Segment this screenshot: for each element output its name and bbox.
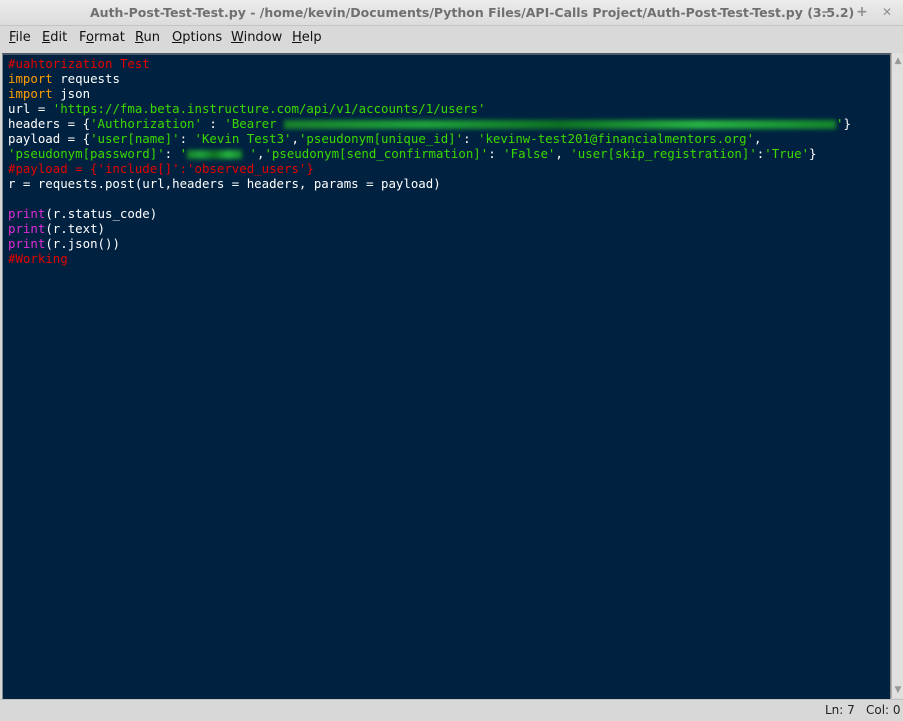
menu-format-pre: F xyxy=(79,30,87,45)
menu-format-mnemonic: o xyxy=(86,30,94,45)
code-text-segment: } xyxy=(809,146,817,161)
menu-help-label: elp xyxy=(301,30,322,45)
string-literal: 'pseudonym[send_confirmation]' xyxy=(264,146,489,161)
code-text-segment: payload = { xyxy=(8,131,91,146)
code-text-segment: , xyxy=(555,146,571,161)
window-title: Auth-Post-Test-Test.py - /home/kevin/Doc… xyxy=(90,5,855,20)
menu-edit[interactable]: Edit xyxy=(42,30,67,45)
scroll-up-icon[interactable]: ▲ xyxy=(892,53,903,69)
string-literal: 'kevinw-test201@financialmentors.org' xyxy=(478,131,755,146)
code-text-segment: (r.json()) xyxy=(45,236,120,251)
menu-options-mnemonic: O xyxy=(172,30,183,45)
close-button[interactable]: ✕ xyxy=(877,3,897,21)
code-text-segment: (r.text) xyxy=(45,221,105,236)
string-literal: ' xyxy=(179,146,188,161)
code-text-segment: } xyxy=(843,116,851,131)
code-comment: #uahtorization Test xyxy=(8,56,150,71)
title-bar: Auth-Post-Test-Test.py - /home/kevin/Doc… xyxy=(0,0,903,26)
menu-run[interactable]: Run xyxy=(135,30,160,45)
string-literal: 'Kevin Test3' xyxy=(194,131,292,146)
code-text-segment: (r.status_code) xyxy=(45,206,158,221)
string-literal: ' xyxy=(836,116,844,131)
menu-format-label: rmat xyxy=(93,30,125,45)
line-number: Ln: 7 xyxy=(825,703,855,717)
code-text-segment: : xyxy=(201,116,225,131)
code-editor[interactable]: #uahtorization Test import requests impo… xyxy=(2,53,891,701)
builtin-print: print xyxy=(8,206,46,221)
menu-format[interactable]: Format xyxy=(79,30,125,45)
menu-edit-mnemonic: E xyxy=(42,30,51,45)
builtin-print: print xyxy=(8,221,46,236)
column-number: Col: 0 xyxy=(866,703,901,717)
code-text-segment: : xyxy=(179,131,195,146)
code-text-segment: r = requests.post(url,headers = headers,… xyxy=(8,176,441,191)
string-literal: 'user[name]' xyxy=(90,131,180,146)
menu-options-label: ptions xyxy=(182,30,223,45)
menu-help[interactable]: Help xyxy=(292,30,322,45)
string-literal: 'False' xyxy=(503,146,556,161)
code-comment: #Working xyxy=(8,251,68,266)
builtin-print: print xyxy=(8,236,46,251)
string-literal: ' xyxy=(242,146,257,161)
menu-help-mnemonic: H xyxy=(292,30,302,45)
menu-window[interactable]: Window xyxy=(231,30,282,45)
code-text[interactable]: #uahtorization Test import requests impo… xyxy=(8,56,851,266)
code-text-segment: : xyxy=(488,146,504,161)
code-text-segment: : xyxy=(463,131,479,146)
minimize-button[interactable]: – xyxy=(815,3,835,21)
maximize-button[interactable]: + xyxy=(852,3,872,21)
string-literal: 'pseudonym[unique_id]' xyxy=(298,131,464,146)
menu-bar: File Edit Format Run Options Window Help xyxy=(0,26,903,52)
string-literal: 'True' xyxy=(764,146,810,161)
status-bar: Ln: 7 Col: 0 xyxy=(0,699,903,721)
menu-run-label: un xyxy=(143,30,160,45)
redacted-token xyxy=(284,120,837,129)
code-text-segment: : xyxy=(164,146,180,161)
string-literal: 'Authorization' xyxy=(90,116,202,131)
string-literal: 'Bearer xyxy=(224,116,285,131)
code-comment: #payload = {'include[]':'observed_users'… xyxy=(8,161,314,176)
keyword-import: import xyxy=(8,86,53,101)
menu-edit-label: dit xyxy=(50,30,68,45)
menu-file-label: ile xyxy=(15,30,31,45)
menu-window-mnemonic: W xyxy=(231,30,244,45)
scroll-down-icon[interactable]: ▼ xyxy=(892,682,903,698)
string-literal: 'pseudonym[password]' xyxy=(8,146,165,161)
vertical-scrollbar[interactable]: ▲ ▼ xyxy=(891,53,903,698)
menu-file[interactable]: File xyxy=(9,30,31,45)
code-text-segment: requests xyxy=(52,71,120,86)
string-literal: 'https://fma.beta.instructure.com/api/v1… xyxy=(52,101,486,116)
menu-options[interactable]: Options xyxy=(172,30,222,45)
redacted-password xyxy=(187,150,243,159)
code-text-segment: json xyxy=(52,86,91,101)
string-literal: 'user[skip_registration]' xyxy=(570,146,757,161)
code-text-segment: , xyxy=(291,131,299,146)
keyword-import: import xyxy=(8,71,53,86)
code-text-segment: headers = { xyxy=(8,116,91,131)
code-text-segment: , xyxy=(754,131,762,146)
code-text-segment: url = xyxy=(8,101,53,116)
menu-window-label: indow xyxy=(243,30,283,45)
